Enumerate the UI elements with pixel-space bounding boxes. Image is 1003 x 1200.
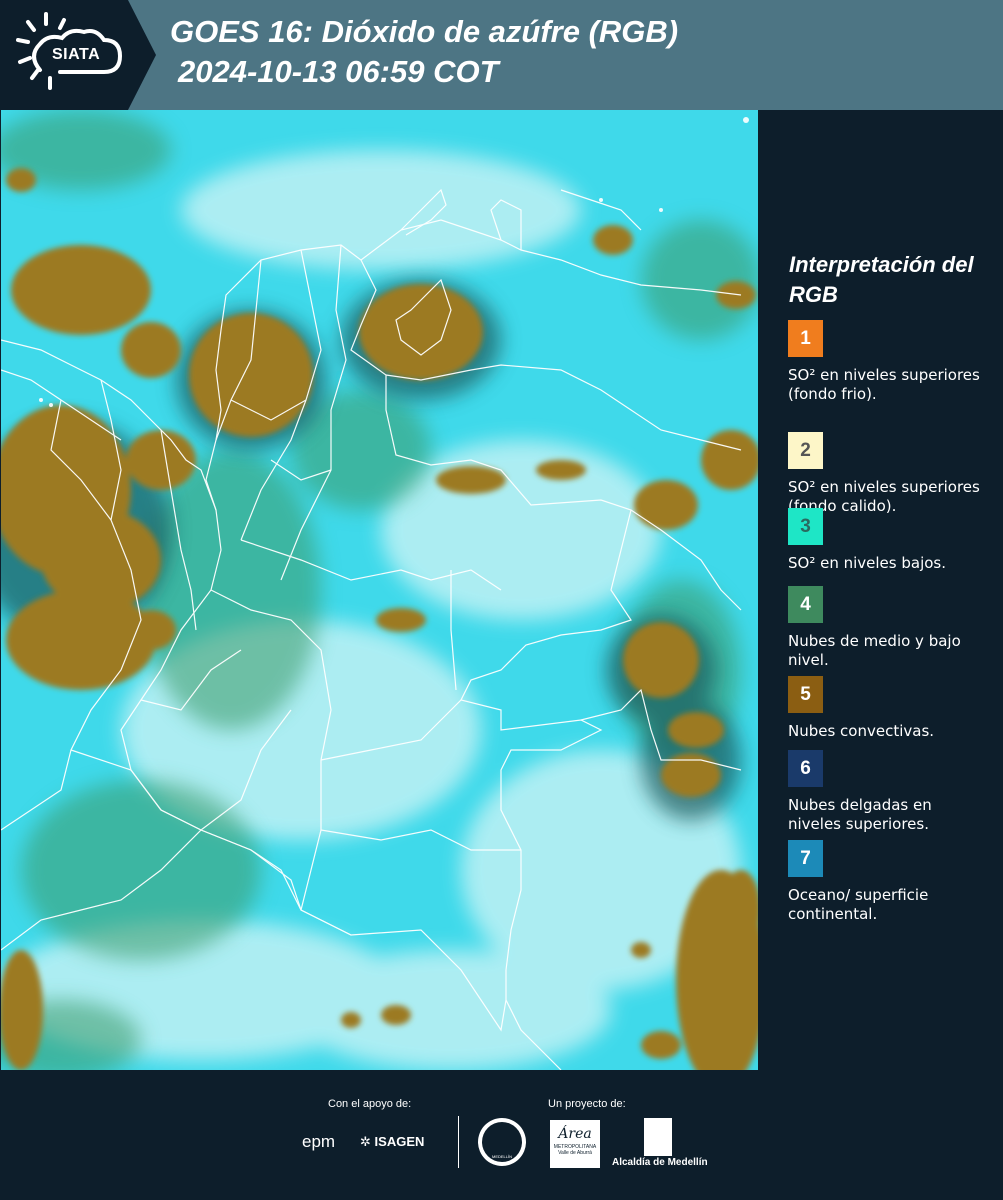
medellin-seal: MEDELLÍN [478,1118,526,1166]
legend-item-6: 6 Nubes delgadas en niveles superiores. [788,750,988,834]
area-logo-text: Área [558,1126,592,1142]
legend-item-1: 1 SO² en niveles superiores (fondo frio). [788,320,988,404]
satellite-map-icon [1,110,758,1070]
legend-swatch: 4 [788,586,823,623]
isagen-logo: ✲ ISAGEN [360,1134,424,1150]
legend-label: SO² en niveles superiores (fondo frio). [788,366,980,403]
legend-item-7: 7 Oceano/ superficie continental. [788,840,988,924]
legend-label: Oceano/ superficie continental. [788,886,929,923]
legend-item-5: 5 Nubes convectivas. [788,676,988,741]
page-timestamp: 2024-10-13 06:59 COT [178,54,499,89]
page-title: GOES 16: Dióxido de azúfre (RGB) [170,14,679,49]
isagen-icon: ✲ [360,1134,371,1149]
project-label: Un proyecto de: [548,1098,626,1110]
legend-swatch: 5 [788,676,823,713]
siata-logo: SIATA [0,0,160,110]
legend-item-2: 2 SO² en niveles superiores (fondo calido… [788,432,988,516]
legend-swatch: 7 [788,840,823,877]
legend-swatch: 1 [788,320,823,357]
alcaldia-shield-icon [644,1118,672,1156]
legend-swatch: 2 [788,432,823,469]
medellin-seal-text: MEDELLÍN [491,1154,512,1159]
area-metropolitana-logo: Área METROPOLITANA Valle de Aburrá [550,1120,600,1168]
legend-label: Nubes convectivas. [788,722,935,740]
legend-label: Nubes delgadas en niveles superiores. [788,796,932,833]
legend-swatch: 3 [788,508,823,545]
satellite-map [1,110,758,1070]
legend-swatch: 6 [788,750,823,787]
legend-label: Nubes de medio y bajo nivel. [788,632,961,669]
header: SIATA GOES 16: Dióxido de azúfre (RGB) 2… [0,0,1003,110]
legend-title: Interpretación del RGB [789,252,974,307]
legend-item-3: 3 SO² en niveles bajos. [788,508,988,573]
footer: Con el apoyo de: Un proyecto de: epm ✲ I… [0,1070,1003,1200]
legend-item-4: 4 Nubes de medio y bajo nivel. [788,586,988,670]
siata-logo-text: SIATA [52,46,101,63]
isagen-logo-text: ISAGEN [374,1134,425,1149]
alcaldia-logo-text: Alcaldía de Medellín [612,1157,708,1168]
area-logo-subtext2: Valle de Aburrá [558,1150,592,1156]
footer-divider [458,1116,459,1168]
support-label: Con el apoyo de: [328,1098,412,1110]
legend-panel: Interpretación del RGB 1 SO² en niveles s… [760,110,1003,1070]
epm-logo: epm [302,1132,336,1151]
legend-label: SO² en niveles bajos. [788,554,947,572]
